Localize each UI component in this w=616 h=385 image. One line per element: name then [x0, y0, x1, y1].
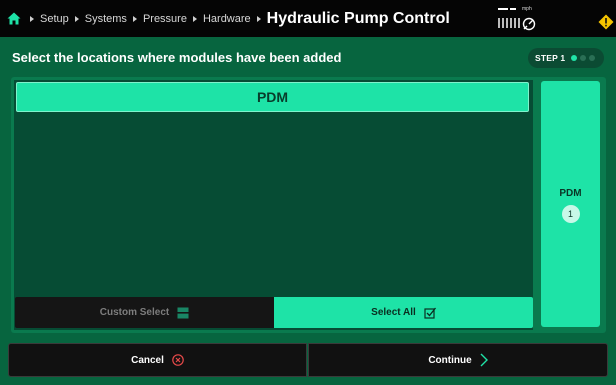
gauge-icon	[522, 17, 536, 31]
step-dot	[589, 55, 596, 61]
location-list-area	[14, 80, 533, 330]
breadcrumb-systems[interactable]: Systems	[85, 13, 127, 25]
speed-readout: mph	[498, 6, 532, 12]
step-dot-active	[571, 55, 578, 61]
speed-dash-icon	[498, 8, 508, 10]
speed-dash-icon	[510, 8, 516, 10]
breadcrumb-separator-icon	[132, 15, 137, 22]
cancel-circle-icon	[172, 354, 184, 366]
step-label: STEP 1	[535, 53, 566, 63]
page-title: Hydraulic Pump Control	[266, 9, 450, 27]
breadcrumb-separator-icon	[256, 15, 261, 22]
select-all-button[interactable]: Select All	[274, 297, 533, 328]
instruction-heading: Select the locations where modules have …	[12, 50, 342, 65]
select-all-label: Select All	[371, 307, 416, 318]
custom-select-button[interactable]: Custom Select	[15, 297, 274, 328]
checkbox-checked-icon	[424, 307, 436, 319]
chevron-right-icon	[480, 353, 488, 367]
continue-button[interactable]: Continue	[308, 343, 608, 377]
breadcrumb-separator-icon	[30, 15, 34, 22]
custom-select-label: Custom Select	[99, 307, 170, 318]
top-bar: Setup Systems Pressure Hardware Hydrauli…	[0, 0, 616, 37]
breadcrumb-hardware[interactable]: Hardware	[203, 13, 251, 25]
module-summary-card[interactable]: PDM 1	[541, 81, 600, 327]
cancel-label: Cancel	[131, 354, 164, 366]
module-location-pdm[interactable]: PDM	[16, 82, 529, 112]
module-summary-label: PDM	[559, 187, 582, 199]
warning-icon[interactable]	[598, 14, 614, 30]
step-indicator: STEP 1	[528, 48, 604, 68]
signal-bars-icon	[498, 18, 520, 28]
speed-unit: mph	[522, 6, 532, 12]
step-dot	[580, 55, 587, 61]
breadcrumb-pressure[interactable]: Pressure	[143, 13, 187, 25]
cancel-button[interactable]: Cancel	[8, 343, 307, 377]
status-area: mph	[494, 4, 544, 34]
breadcrumb-setup[interactable]: Setup	[40, 13, 69, 25]
continue-label: Continue	[428, 354, 472, 366]
breadcrumb-separator-icon	[192, 15, 197, 22]
breadcrumb-separator-icon	[74, 15, 79, 22]
home-icon[interactable]	[6, 11, 22, 27]
module-count-badge: 1	[561, 204, 580, 223]
step-dots	[571, 55, 596, 61]
custom-select-icon	[177, 307, 189, 319]
breadcrumb: Setup Systems Pressure Hardware Hydrauli…	[24, 10, 450, 28]
